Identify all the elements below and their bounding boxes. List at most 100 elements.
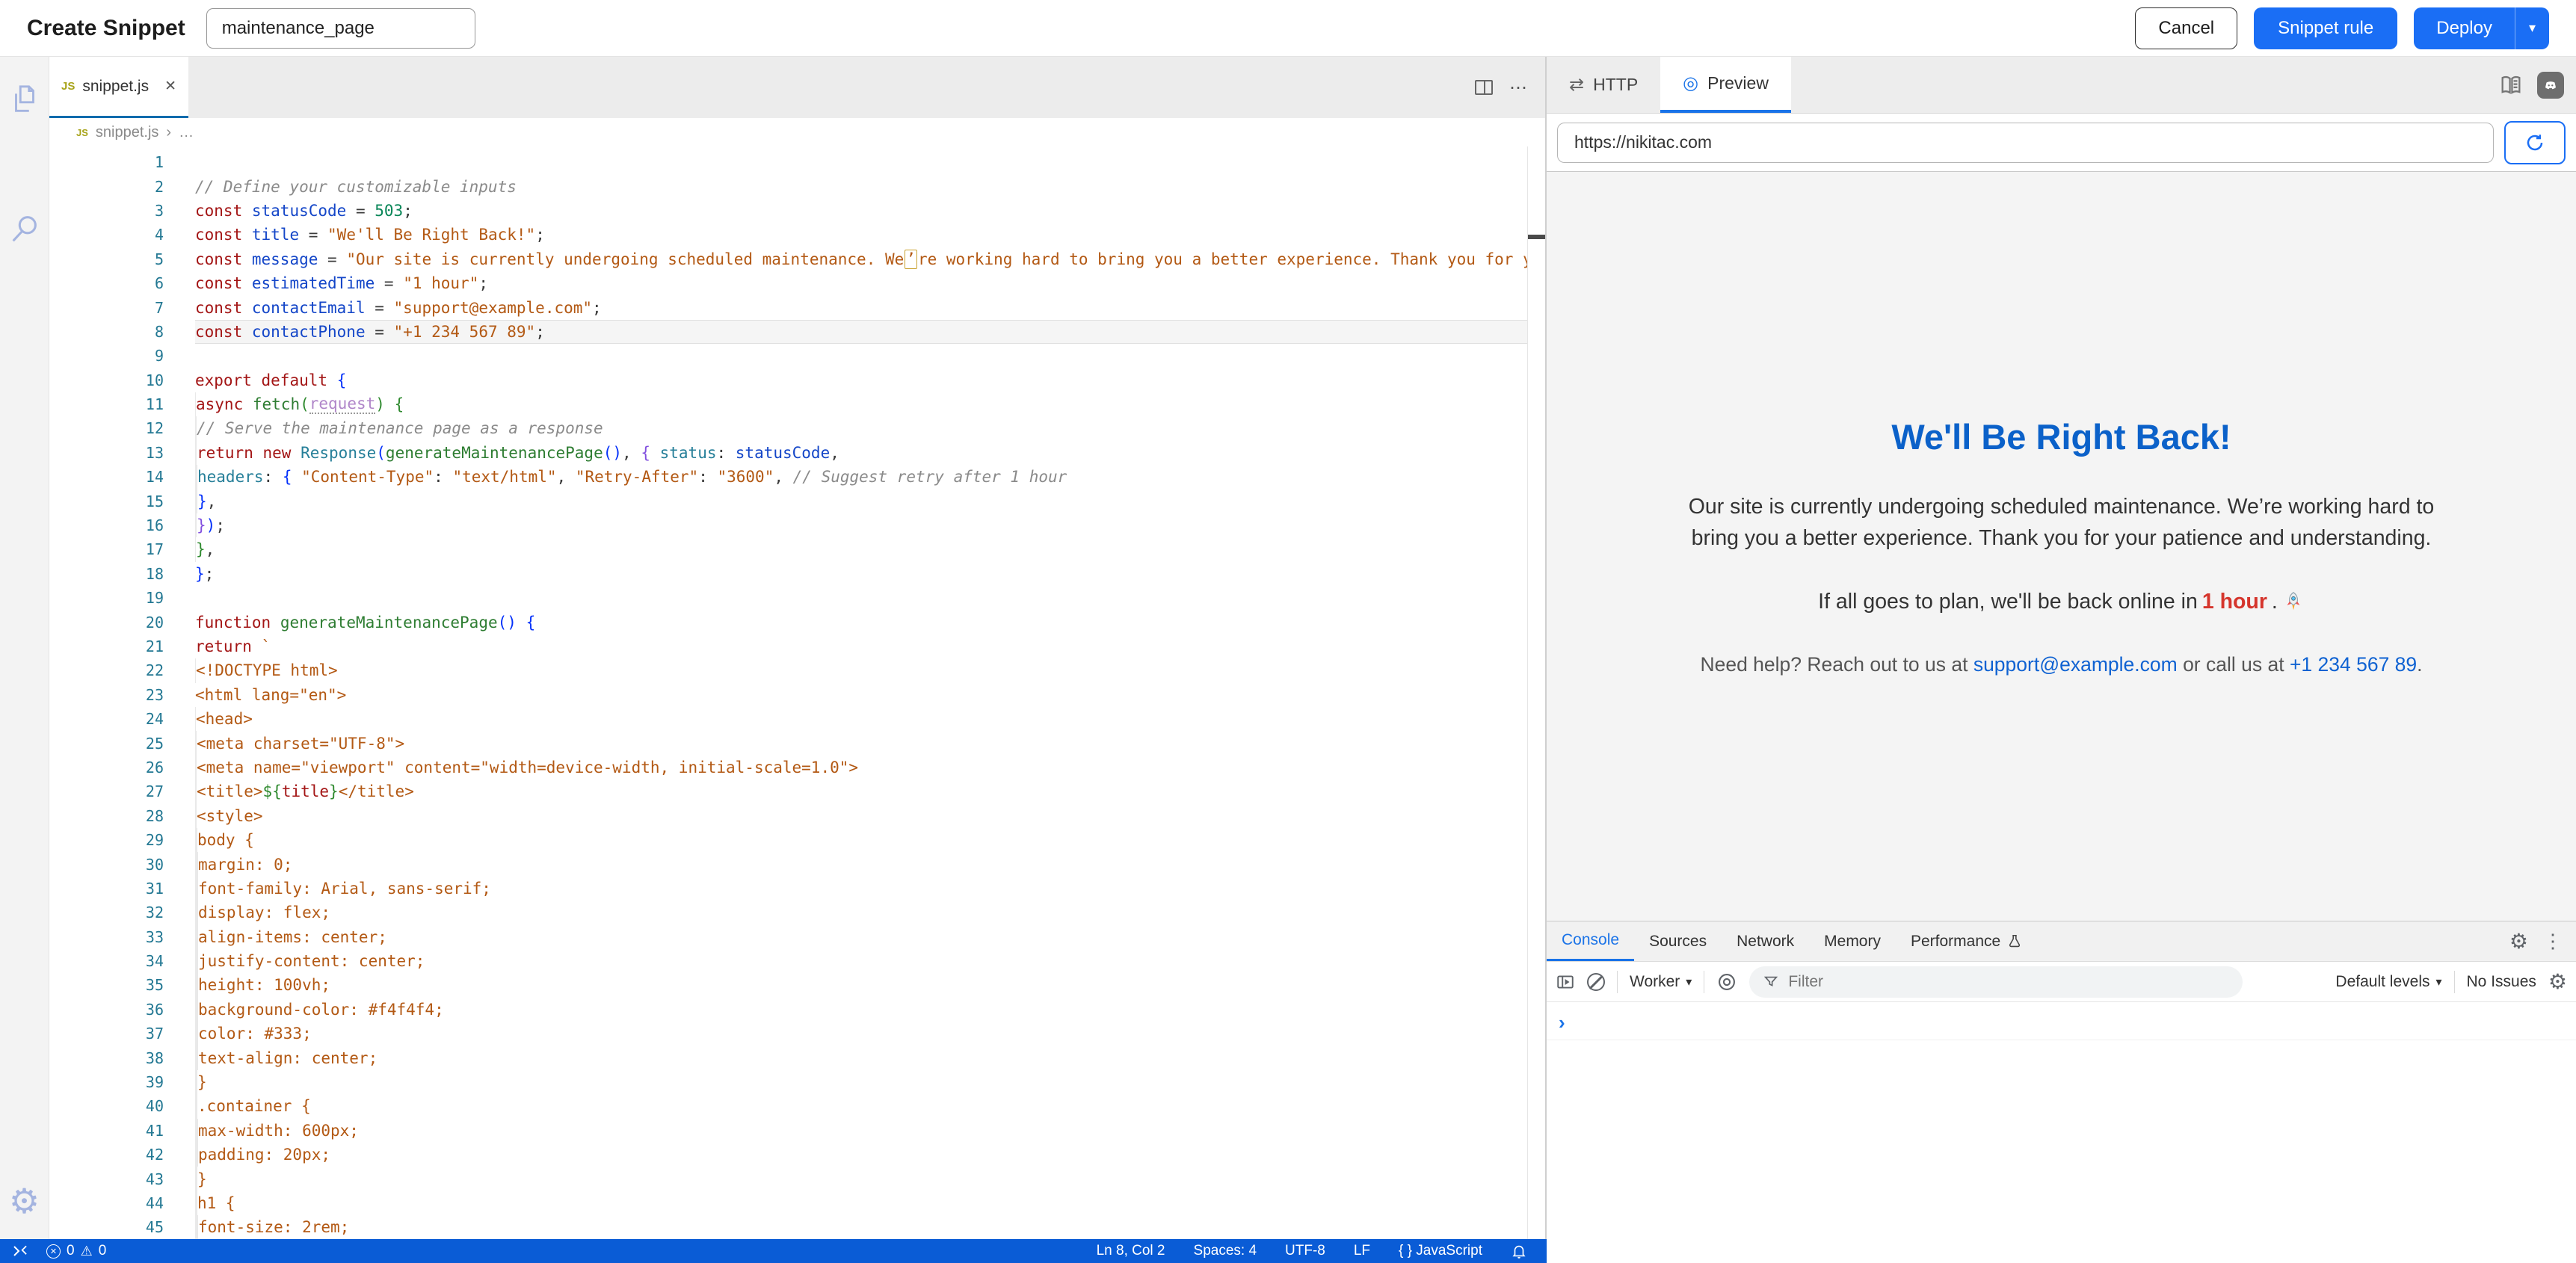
close-tab-icon[interactable]: ✕ <box>164 78 176 95</box>
tab-snippet-js[interactable]: JS snippet.js ✕ <box>49 57 188 118</box>
live-expression-eye-icon[interactable] <box>1716 972 1737 992</box>
line-number: 29 <box>49 831 195 849</box>
line-number: 6 <box>49 274 195 292</box>
preview-viewport: We'll Be Right Back! Our site is current… <box>1547 172 2576 921</box>
deploy-label[interactable]: Deploy <box>2414 7 2515 49</box>
breadcrumb-file[interactable]: snippet.js <box>96 124 159 141</box>
line-number: 4 <box>49 226 195 244</box>
devtools-tab-memory[interactable]: Memory <box>1809 921 1896 961</box>
indentation[interactable]: Spaces: 4 <box>1194 1243 1257 1259</box>
maintenance-contact: Need help? Reach out to us at support@ex… <box>1677 653 2447 676</box>
line-number: 35 <box>49 976 195 994</box>
console-toolbar: Worker▾ Default le <box>1547 962 2576 1002</box>
errors-icon: ✕ <box>46 1244 61 1259</box>
warning-count: 0 <box>99 1243 107 1259</box>
console-settings-gear-icon[interactable]: ⚙ <box>2548 969 2567 994</box>
console-prompt-icon[interactable]: › <box>1559 1013 1565 1032</box>
console-filter[interactable] <box>1749 966 2243 998</box>
maintenance-eta: If all goes to plan, we'll be back onlin… <box>1677 590 2447 614</box>
line-number: 25 <box>49 735 195 753</box>
js-context-selector[interactable]: Worker▾ <box>1630 973 1692 991</box>
code-line: 32 display: flex; <box>49 901 1545 924</box>
page-title: Create Snippet <box>27 16 185 41</box>
devtools-tab-bar: Console Sources Network Memory Performan… <box>1547 921 2576 962</box>
code-line: 33 align-items: center; <box>49 925 1545 949</box>
line-number: 39 <box>49 1073 195 1091</box>
discord-icon[interactable] <box>2537 72 2564 99</box>
editor-tab-bar: JS snippet.js ✕ ⋯ <box>49 57 1545 118</box>
breadcrumb-separator-icon: › <box>166 124 171 141</box>
language-mode[interactable]: { } JavaScript <box>1399 1243 1482 1259</box>
editor-scrollbar[interactable] <box>1527 146 1545 1239</box>
tab-preview[interactable]: ◎ Preview <box>1660 57 1791 113</box>
problems-indicator[interactable]: ✕ 0 ⚠ 0 <box>46 1243 106 1259</box>
settings-gear-icon[interactable]: ⚙ <box>9 1181 40 1221</box>
code-line: 1 <box>49 150 1545 174</box>
split-editor-icon[interactable] <box>1475 80 1493 95</box>
line-number: 9 <box>49 347 195 365</box>
remote-indicator-icon[interactable] <box>10 1242 28 1260</box>
issues-counter[interactable]: No Issues <box>2467 973 2536 991</box>
preview-panel: ⇄ HTTP ◎ Preview <box>1547 57 2576 1263</box>
code-line: 36 background-color: #f4f4f4; <box>49 998 1545 1022</box>
clear-console-icon[interactable] <box>1587 973 1605 991</box>
files-icon[interactable] <box>7 82 42 117</box>
code-line: 22 <!DOCTYPE html> <box>49 658 1545 682</box>
refresh-button[interactable] <box>2504 121 2566 164</box>
devtools-tab-console[interactable]: Console <box>1547 921 1634 961</box>
code-editor[interactable]: 12// Define your customizable inputs3con… <box>49 146 1545 1239</box>
code-line: 26 <meta name="viewport" content="width=… <box>49 756 1545 779</box>
code-line: 41 max-width: 600px; <box>49 1119 1545 1143</box>
eol-type[interactable]: LF <box>1354 1243 1370 1259</box>
deploy-dropdown-caret-icon[interactable]: ▾ <box>2515 7 2549 49</box>
support-email-link[interactable]: support@example.com <box>1973 653 2178 676</box>
notifications-bell-icon[interactable] <box>1511 1243 1527 1259</box>
code-line: 9 <box>49 344 1545 368</box>
top-header: Create Snippet Cancel Snippet rule Deplo… <box>0 0 2576 57</box>
code-line: 21 return ` <box>49 634 1545 658</box>
code-line: 12 // Serve the maintenance page as a re… <box>49 416 1545 440</box>
code-line: 10export default { <box>49 368 1545 392</box>
maintenance-message: Our site is currently undergoing schedul… <box>1677 492 2447 554</box>
phone-link[interactable]: +1 234 567 89 <box>2290 653 2417 676</box>
snippet-name-input[interactable] <box>206 8 475 49</box>
tab-http[interactable]: ⇄ HTTP <box>1547 57 1660 113</box>
code-line: 14 headers: { "Content-Type": "text/html… <box>49 465 1545 489</box>
code-line: 3const statusCode = 503; <box>49 199 1545 223</box>
breadcrumb[interactable]: JS snippet.js › … <box>49 118 1545 146</box>
code-line: 42 padding: 20px; <box>49 1143 1545 1167</box>
line-number: 44 <box>49 1194 195 1212</box>
docs-book-icon[interactable] <box>2498 72 2524 98</box>
code-line: 37 color: #333; <box>49 1022 1545 1046</box>
breadcrumb-symbol[interactable]: … <box>179 124 194 141</box>
deploy-button[interactable]: Deploy ▾ <box>2414 7 2549 49</box>
devtools-tab-performance[interactable]: Performance <box>1896 921 2038 961</box>
code-line: 40 .container { <box>49 1094 1545 1118</box>
line-number: 13 <box>49 444 195 462</box>
cancel-button[interactable]: Cancel <box>2135 7 2237 49</box>
console-output[interactable]: › <box>1547 1002 2576 1263</box>
code-line: 15 }, <box>49 489 1545 513</box>
filter-input[interactable] <box>1788 973 2229 991</box>
cursor-position[interactable]: Ln 8, Col 2 <box>1097 1243 1165 1259</box>
devtools-settings-gear-icon[interactable]: ⚙ <box>2509 929 2528 954</box>
line-number: 28 <box>49 807 195 825</box>
console-sidebar-toggle-icon[interactable] <box>1556 972 1575 992</box>
search-icon[interactable] <box>7 212 42 247</box>
tab-label: snippet.js <box>82 78 149 96</box>
devtools-kebab-menu-icon[interactable]: ⋮ <box>2543 930 2563 953</box>
devtools-tab-sources[interactable]: Sources <box>1634 921 1722 961</box>
code-line: 31 font-family: Arial, sans-serif; <box>49 877 1545 901</box>
encoding[interactable]: UTF-8 <box>1285 1243 1325 1259</box>
snippet-rule-button[interactable]: Snippet rule <box>2254 7 2397 49</box>
log-levels-dropdown[interactable]: Default levels▾ <box>2335 973 2441 991</box>
more-actions-icon[interactable]: ⋯ <box>1509 77 1529 99</box>
url-input[interactable] <box>1557 123 2494 163</box>
line-number: 12 <box>49 419 195 437</box>
experiment-flask-icon <box>2006 933 2023 950</box>
line-number: 10 <box>49 371 195 389</box>
devtools-tab-network[interactable]: Network <box>1722 921 1809 961</box>
line-number: 36 <box>49 1001 195 1019</box>
error-count: 0 <box>67 1243 75 1259</box>
code-line: 45 font-size: 2rem; <box>49 1215 1545 1239</box>
